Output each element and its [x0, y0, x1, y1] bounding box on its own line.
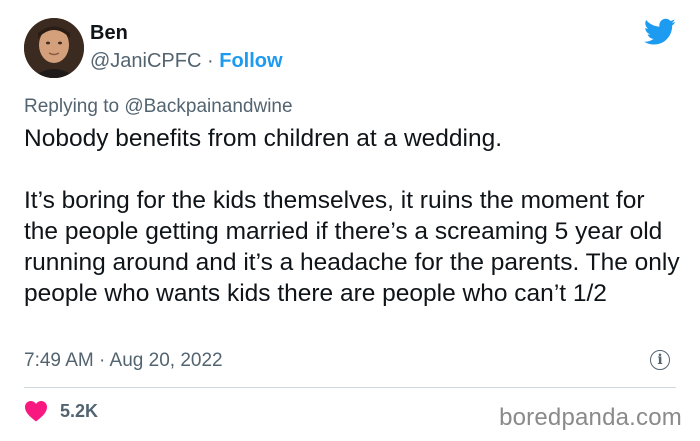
replying-prefix: Replying to [24, 96, 120, 117]
avatar-photo [24, 18, 84, 78]
tweet-card: Ben @JaniCPFC · Follow Replying to @Back… [0, 0, 700, 441]
tweet-text: Nobody benefits from children at a weddi… [24, 123, 684, 309]
replying-to: Replying to @Backpainandwine [24, 96, 293, 118]
avatar[interactable] [24, 18, 84, 78]
tweet-paragraph-2: It’s boring for the kids themselves, it … [24, 187, 680, 307]
tweet-timestamp[interactable]: 7:49 AM · Aug 20, 2022 [24, 350, 223, 372]
user-handle[interactable]: @JaniCPFC [90, 50, 201, 72]
like-count: 5.2K [60, 400, 99, 421]
like-action[interactable]: 5.2K [24, 400, 98, 422]
heart-icon[interactable] [24, 400, 48, 422]
separator: · [207, 50, 214, 72]
follow-button[interactable]: Follow [219, 50, 282, 72]
source-watermark: boredpanda.com [499, 404, 682, 431]
tweet-paragraph-1: Nobody benefits from children at a weddi… [24, 125, 503, 152]
display-name[interactable]: Ben [90, 22, 128, 45]
handle-row: @JaniCPFC · Follow [90, 50, 283, 73]
reply-mention-link[interactable]: @Backpainandwine [124, 96, 292, 117]
twitter-bird-icon[interactable] [644, 18, 676, 46]
divider [24, 387, 676, 388]
info-icon[interactable]: i [650, 350, 670, 370]
